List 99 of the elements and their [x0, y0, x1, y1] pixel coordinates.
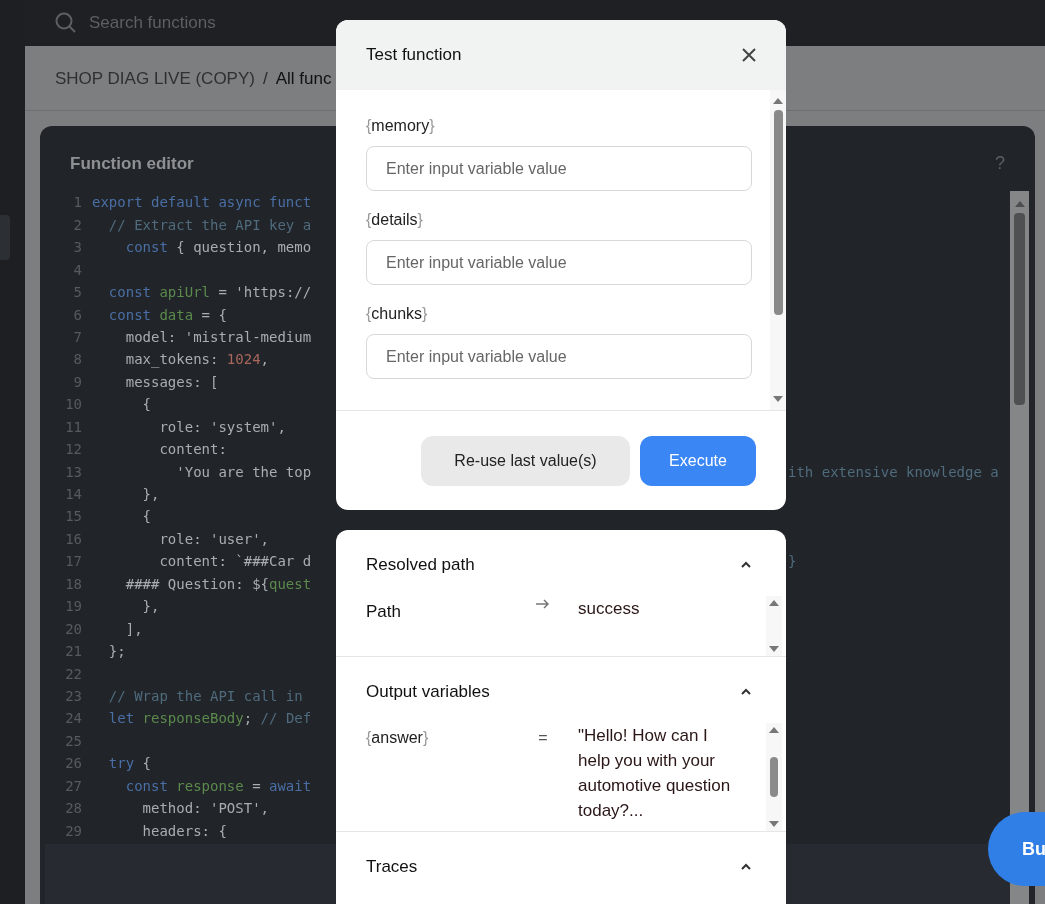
line-number: 11 [64, 417, 83, 437]
line-number: 28 [64, 799, 83, 819]
line-number: 27 [64, 776, 83, 796]
scroll-down-icon[interactable] [773, 396, 783, 402]
chevron-up-icon[interactable] [740, 688, 752, 696]
line-number: 17 [64, 552, 83, 572]
input-field[interactable]: Enter input variable value [366, 146, 752, 191]
variable-label: {details} [366, 210, 424, 230]
code-line: 'You are the top [175, 462, 312, 482]
variable-label: {answer} [366, 729, 429, 746]
code-line: const apiUrl = 'https:// [107, 283, 312, 303]
line-number: 5 [72, 283, 83, 303]
code-line: const data = { [107, 305, 227, 325]
code-line: }, [141, 485, 160, 504]
scrollbar[interactable] [766, 723, 782, 831]
variable-label: {memory} [366, 116, 436, 136]
line-number: 6 [72, 305, 83, 325]
code-line: content: `###Car d [158, 552, 312, 572]
scroll-thumb[interactable] [770, 757, 778, 797]
line-number: 29 [64, 821, 83, 841]
line-number: 8 [72, 350, 83, 370]
code-line: messages: [ [124, 372, 219, 392]
line-number: 4 [72, 260, 83, 280]
line-number: 12 [64, 440, 83, 460]
line-number: 7 [72, 327, 83, 347]
close-icon[interactable] [742, 48, 756, 62]
section-title[interactable]: Traces [366, 854, 418, 880]
line-number: 15 [64, 507, 83, 527]
reuse-button[interactable]: Re-use last value(s) [421, 435, 630, 486]
scrollbar[interactable] [766, 596, 782, 656]
code-line: }, [141, 597, 160, 617]
line-number: 19 [64, 597, 83, 617]
code-line: { [141, 395, 151, 415]
code-line: { [141, 507, 151, 527]
execute-button[interactable]: Execute [640, 435, 756, 486]
code-line: role: 'system', [158, 417, 286, 437]
path-label: Path [366, 602, 401, 621]
code-line: content: [158, 440, 227, 460]
line-number: 20 [64, 619, 83, 639]
code-line: ith extensive knowledge a [788, 462, 999, 482]
line-number: 14 [64, 485, 83, 504]
chevron-up-icon[interactable] [740, 863, 752, 871]
scroll-thumb[interactable] [1014, 213, 1025, 406]
search-icon [55, 12, 77, 35]
input-field[interactable]: Enter input variable value [366, 240, 752, 285]
code-line: const { question, memo [124, 238, 312, 258]
code-line: export default async funct [92, 193, 312, 213]
line-number: 13 [64, 462, 83, 482]
section-title[interactable]: Resolved path [366, 552, 475, 578]
code-line: let responseBody; // Def [107, 709, 312, 729]
input-field[interactable]: Enter input variable value [366, 334, 752, 379]
code-line: headers: { [141, 821, 227, 841]
dialog-title: Test function [366, 44, 462, 67]
code-line: const response = await [124, 776, 312, 796]
line-number: 24 [64, 709, 83, 729]
scroll-up-icon[interactable] [773, 98, 783, 104]
scroll-up-icon[interactable] [769, 727, 779, 733]
output-value: success [578, 598, 641, 620]
line-number: 1 [72, 193, 83, 213]
code-line: #### Question: ${quest [124, 574, 312, 594]
code-line: model: 'mistral-medium [124, 327, 312, 347]
arrow-icon [536, 599, 550, 609]
chevron-up-icon[interactable] [740, 561, 752, 569]
scroll-down-icon[interactable] [769, 821, 779, 827]
line-number: 10 [64, 395, 83, 415]
code-line: // Wrap the API call in [107, 686, 303, 706]
code-line: } [788, 552, 797, 572]
section-title[interactable]: Output variables [366, 679, 490, 705]
line-number: 3 [72, 238, 83, 258]
code-line: max_tokens: 1024, [124, 350, 269, 370]
scroll-up-icon[interactable] [1014, 201, 1025, 208]
code-line: try { [107, 754, 151, 774]
equals-sign: = [538, 728, 548, 748]
scroll-down-icon[interactable] [769, 646, 779, 652]
search-field[interactable]: Search functions [89, 10, 329, 36]
line-number: 23 [64, 686, 83, 706]
help-icon[interactable]: ? [995, 150, 1005, 178]
line-number: 22 [64, 664, 83, 684]
line-number: 26 [64, 754, 83, 774]
panel-title: Function editor [70, 153, 194, 176]
code-line: // Extract the API key a [107, 215, 312, 235]
breadcrumb-link[interactable]: All func [275, 65, 332, 92]
breadcrumb-link[interactable]: SHOP DIAG LIVE (COPY) [55, 65, 255, 92]
output-value: "Hello! How can I help you with your automotive question today?... [578, 725, 732, 822]
code-line: ], [124, 619, 143, 639]
breadcrumb-separator: / [262, 67, 268, 90]
line-number: 9 [72, 372, 83, 392]
code-line: }; [107, 642, 126, 662]
line-number: 2 [72, 215, 83, 235]
code-line: role: 'user', [158, 529, 269, 549]
line-number: 25 [64, 731, 83, 751]
line-number: 16 [64, 529, 83, 549]
variable-label: {chunks} [366, 304, 429, 324]
scroll-up-icon[interactable] [769, 600, 779, 606]
line-number: 21 [64, 642, 83, 662]
scrollbar[interactable] [770, 90, 786, 410]
code-line: method: 'POST', [141, 799, 269, 819]
scroll-thumb[interactable] [773, 110, 783, 315]
line-number: 18 [64, 574, 83, 594]
